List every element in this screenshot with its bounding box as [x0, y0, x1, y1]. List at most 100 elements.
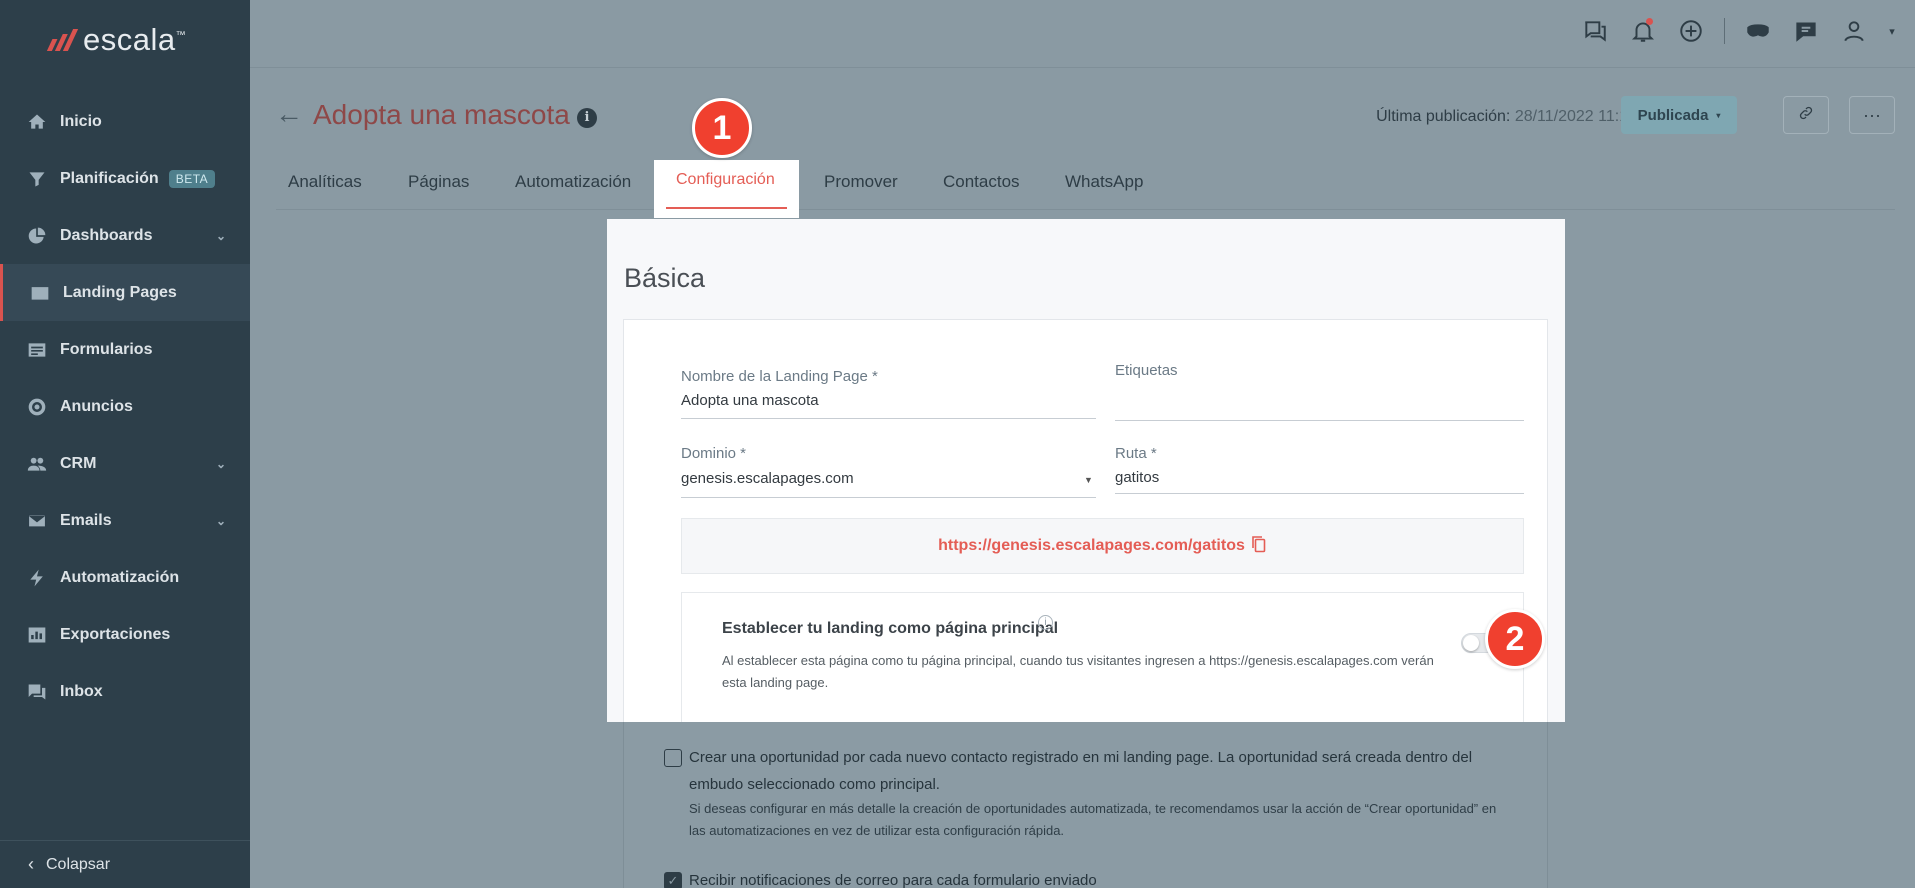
domain-field-underline: [681, 497, 1096, 498]
avatar-icon[interactable]: [1839, 16, 1869, 46]
page-title: Adopta una mascota: [313, 99, 570, 130]
chevron-down-icon: ⌄: [215, 228, 226, 243]
basic-settings-panel: Básica Nombre de la Landing Page * Adopt…: [607, 219, 1565, 722]
last-publication-date: 28/11/2022 11:13: [1514, 108, 1637, 125]
more-icon: ···: [1863, 104, 1881, 125]
notify-checkbox[interactable]: ✓: [664, 872, 682, 888]
tab-whatsapp[interactable]: WhatsApp: [1065, 172, 1143, 192]
link-icon: [1798, 105, 1814, 126]
sidebar-item-label: Inbox: [60, 682, 103, 700]
copy-icon[interactable]: [1251, 535, 1267, 558]
sidebar-item-planificacion[interactable]: Planificación BETA: [0, 150, 250, 207]
chevron-left-icon: ‹: [28, 854, 34, 874]
sidebar-item-label: CRM: [60, 454, 97, 472]
more-options-button[interactable]: ···: [1849, 96, 1895, 134]
chevron-down-icon[interactable]: ▾: [1887, 16, 1897, 46]
target-icon: [26, 398, 48, 416]
chat-bubbles-icon[interactable]: [1580, 16, 1610, 46]
tab-analiticas[interactable]: Analíticas: [288, 172, 362, 192]
copy-link-button[interactable]: [1783, 96, 1829, 134]
sidebar-item-label: Formularios: [60, 340, 153, 358]
sidebar-item-label: Planificación: [60, 169, 159, 187]
tab-promover[interactable]: Promover: [824, 172, 898, 192]
browser-icon: [29, 284, 51, 302]
last-publication-label: Última publicación:: [1376, 108, 1511, 125]
domain-select[interactable]: genesis.escalapages.com: [681, 470, 854, 487]
bell-icon[interactable]: [1628, 16, 1658, 46]
info-icon[interactable]: i: [1038, 615, 1053, 630]
plus-circle-icon[interactable]: [1676, 16, 1706, 46]
sidebar-item-inbox[interactable]: Inbox: [0, 663, 250, 720]
chevron-down-icon: ⌄: [215, 513, 226, 528]
sidebar-item-label: Landing Pages: [63, 283, 177, 301]
sidebar-item-crm[interactable]: CRM ⌄: [0, 435, 250, 492]
sidebar-item-dashboards[interactable]: Dashboards ⌄: [0, 207, 250, 264]
name-field-label: Nombre de la Landing Page *: [681, 368, 878, 385]
domain-field-label: Dominio *: [681, 445, 747, 462]
escala-logo[interactable]: escala ™: [46, 22, 186, 58]
tab-paginas[interactable]: Páginas: [408, 172, 469, 192]
basic-settings-form: Nombre de la Landing Page * Adopta una m…: [623, 319, 1548, 722]
landing-url-link[interactable]: https://genesis.escalapages.com/gatitos: [938, 537, 1245, 555]
sidebar: escala ™ Inicio Planificación BETA Dashb…: [0, 0, 250, 888]
route-field-label: Ruta *: [1115, 445, 1157, 462]
beta-badge: BETA: [168, 169, 216, 188]
page-header: ← Adopta una mascota i Última publicació…: [250, 68, 1915, 156]
mask-icon[interactable]: [1743, 16, 1773, 46]
support-chat-icon[interactable]: [1791, 16, 1821, 46]
panel-title: Básica: [624, 263, 706, 293]
sidebar-item-label: Emails: [60, 511, 112, 529]
last-publication: Última publicación: 28/11/2022 11:13: [1376, 108, 1637, 126]
opportunity-label-2: embudo seleccionado como principal.: [689, 776, 940, 793]
tab-configuracion[interactable]: Configuración: [654, 160, 799, 218]
sidebar-nav: Inicio Planificación BETA Dashboards ⌄ L…: [0, 93, 250, 720]
bolt-icon: [26, 569, 48, 587]
topbar-divider: [1724, 18, 1725, 44]
published-label: Publicada: [1637, 106, 1709, 124]
topbar: ▾: [250, 0, 1915, 68]
info-icon[interactable]: i: [577, 108, 597, 128]
notify-label: Recibir notificaciones de correo para ca…: [689, 872, 1097, 888]
caret-down-icon[interactable]: ▼: [1084, 475, 1093, 485]
sidebar-item-label: Exportaciones: [60, 625, 171, 643]
tab-automatizacion[interactable]: Automatización: [515, 172, 631, 192]
opportunity-label: Crear una oportunidad por cada nuevo con…: [689, 749, 1473, 766]
step-2-badge: 2: [1485, 609, 1545, 669]
sidebar-item-landing-pages[interactable]: Landing Pages: [0, 264, 250, 321]
sidebar-item-label: Inicio: [60, 112, 102, 130]
logo-tm: ™: [175, 29, 186, 41]
funnel-icon: [26, 170, 48, 188]
back-arrow-icon[interactable]: ←: [275, 98, 303, 130]
people-icon: [26, 455, 48, 473]
sidebar-item-exportaciones[interactable]: Exportaciones: [0, 606, 250, 663]
notification-dot: [1646, 18, 1653, 25]
active-tab-underline: [666, 207, 787, 209]
logo-text: escala: [83, 22, 176, 57]
main-page-title: Establecer tu landing como página princi…: [722, 620, 1059, 637]
published-dropdown-button[interactable]: Publicada ▾: [1621, 96, 1737, 134]
chevron-down-icon: ⌄: [215, 456, 226, 471]
main-page-setting: Establecer tu landing como página princi…: [681, 592, 1524, 722]
tags-field-underline: [1115, 420, 1524, 421]
sidebar-item-automatizacion[interactable]: Automatización: [0, 549, 250, 606]
sidebar-item-formularios[interactable]: Formularios: [0, 321, 250, 378]
sidebar-item-emails[interactable]: Emails ⌄: [0, 492, 250, 549]
topbar-icons: ▾: [1580, 16, 1897, 46]
landing-url-box: https://genesis.escalapages.com/gatitos: [681, 518, 1524, 574]
collapse-sidebar-button[interactable]: ‹ Colapsar: [0, 840, 250, 888]
tab-bar: Analíticas Páginas Automatización Promov…: [276, 160, 1895, 210]
route-field[interactable]: gatitos: [1115, 469, 1159, 486]
logo-mark-icon: [46, 29, 79, 51]
main-page-description: Al establecer esta página como tu página…: [722, 653, 1434, 690]
name-field[interactable]: Adopta una mascota: [681, 392, 819, 409]
step-1-badge: 1: [692, 98, 752, 158]
tab-contactos[interactable]: Contactos: [943, 172, 1020, 192]
opportunity-hint: Si deseas configurar en más detalle la c…: [689, 801, 1497, 838]
sidebar-item-anuncios[interactable]: Anuncios: [0, 378, 250, 435]
sidebar-item-label: Anuncios: [60, 397, 133, 415]
opportunity-checkbox[interactable]: [664, 749, 682, 767]
tab-configuracion-label: Configuración: [676, 171, 775, 188]
sidebar-item-label: Dashboards: [60, 226, 153, 244]
tags-field-label: Etiquetas: [1115, 362, 1178, 379]
sidebar-item-inicio[interactable]: Inicio: [0, 93, 250, 150]
